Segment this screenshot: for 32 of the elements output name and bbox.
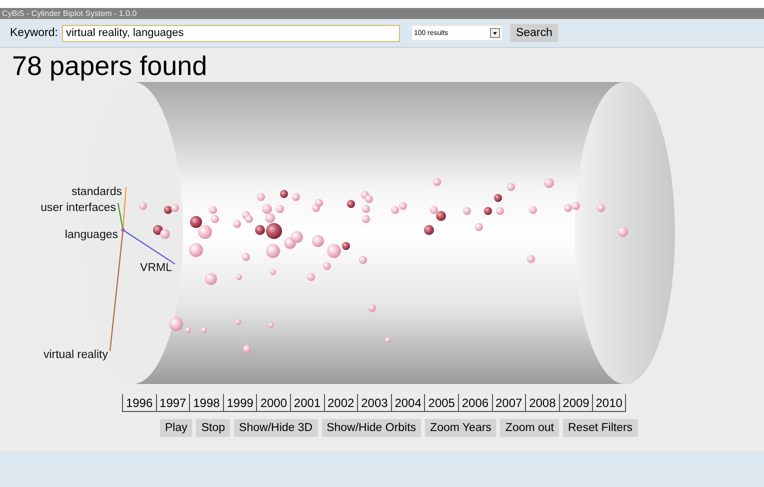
control-button[interactable]: Zoom out xyxy=(500,419,559,437)
year-tab[interactable]: 2009 xyxy=(558,394,592,412)
year-tab[interactable]: 2002 xyxy=(324,394,358,412)
control-button[interactable]: Play xyxy=(160,419,192,437)
control-button[interactable]: Reset Filters xyxy=(563,419,638,437)
year-tab[interactable]: 2008 xyxy=(525,394,559,412)
year-tab[interactable]: 2000 xyxy=(256,394,290,412)
window-title: CyBiS - Cylinder Biplot System - 1.0.0 xyxy=(2,9,137,18)
keyword-label: Keyword: xyxy=(10,27,58,39)
control-button[interactable]: Stop xyxy=(196,419,230,437)
year-tab[interactable]: 1996 xyxy=(122,394,156,412)
term-label[interactable]: standards xyxy=(71,186,122,198)
year-tab[interactable]: 2010 xyxy=(592,394,626,412)
term-label[interactable]: VRML xyxy=(140,262,172,274)
year-tab[interactable]: 1999 xyxy=(222,394,256,412)
control-button[interactable]: Show/Hide 3D xyxy=(234,419,318,437)
term-label[interactable]: virtual reality xyxy=(43,349,108,361)
year-tab[interactable]: 1998 xyxy=(189,394,223,412)
year-tab[interactable]: 2007 xyxy=(492,394,526,412)
search-button[interactable]: Search xyxy=(510,24,558,42)
year-tab[interactable]: 2004 xyxy=(390,394,424,412)
control-button[interactable]: Zoom Years xyxy=(425,419,496,437)
year-tab[interactable]: 2006 xyxy=(458,394,492,412)
year-tab[interactable]: 2001 xyxy=(290,394,324,412)
year-tab[interactable]: 1997 xyxy=(156,394,190,412)
term-label[interactable]: user interfaces xyxy=(40,202,116,214)
results-heading: 78 papers found xyxy=(11,51,208,81)
keyword-field[interactable]: virtual reality, languages xyxy=(62,24,400,42)
year-tab[interactable]: 2003 xyxy=(357,394,391,412)
year-tab[interactable]: 2005 xyxy=(424,394,458,412)
control-button[interactable]: Show/Hide Orbits xyxy=(322,419,422,437)
term-label[interactable]: languages xyxy=(64,229,118,241)
